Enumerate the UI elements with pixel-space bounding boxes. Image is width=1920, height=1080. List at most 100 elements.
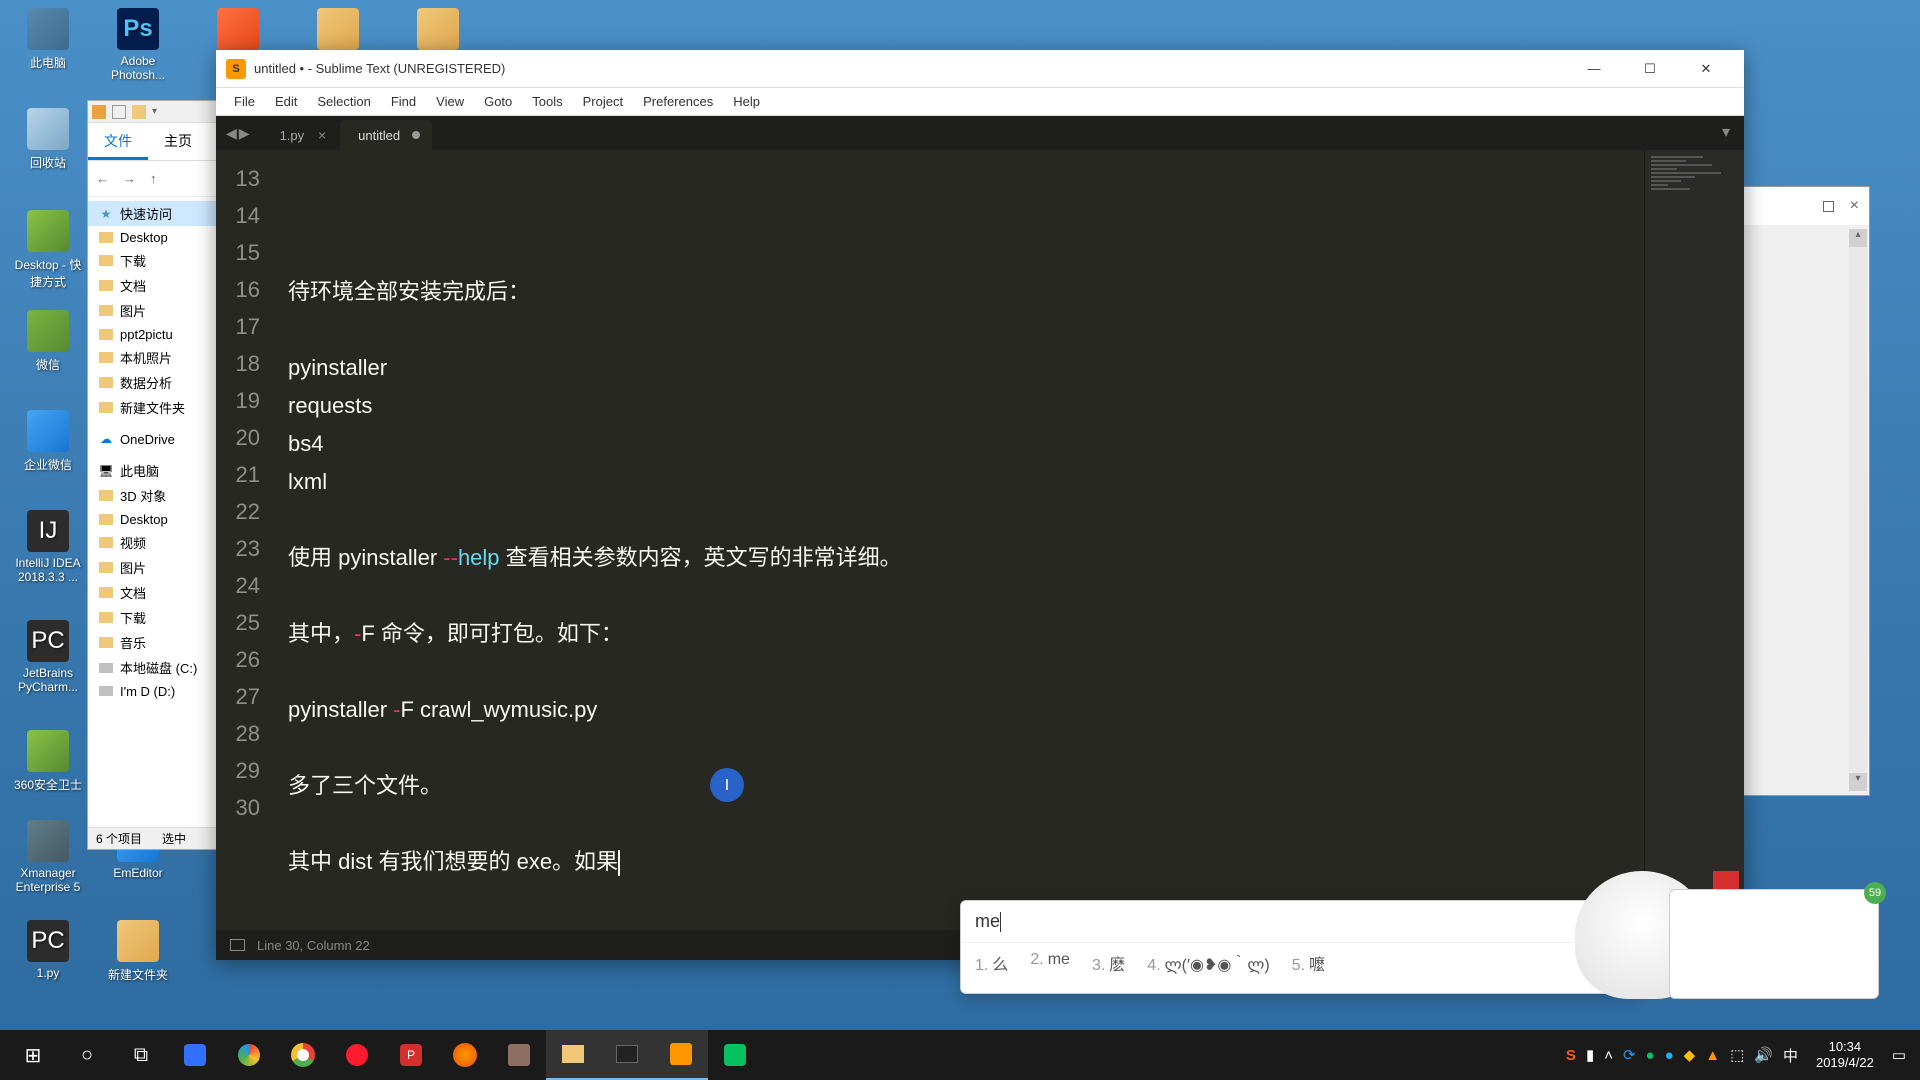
ime-candidate[interactable]: 4.ლ(′◉❥◉｀ლ) [1147, 951, 1269, 975]
tree-item[interactable]: ☁OneDrive [88, 428, 216, 450]
tree-item[interactable]: 文档 [88, 580, 216, 605]
tray-sync-icon[interactable]: ⟳ [1623, 1046, 1636, 1064]
taskbar-app-opera[interactable] [330, 1030, 384, 1080]
tab-next-icon[interactable]: ▶ [239, 125, 250, 142]
tree-item[interactable]: 音乐 [88, 630, 216, 655]
scroll-up-icon[interactable]: ▴ [1849, 229, 1867, 247]
tray-battery-icon[interactable]: ▮ [1586, 1046, 1594, 1064]
desktop-icon[interactable]: 此电脑 [10, 8, 86, 71]
minimize-button[interactable]: — [1566, 50, 1622, 88]
tree-item[interactable]: 🖥此电脑 [88, 458, 216, 483]
tree-item[interactable]: 文档 [88, 273, 216, 298]
menu-item[interactable]: Project [573, 94, 633, 109]
notification-center-icon[interactable]: ▭ [1892, 1046, 1906, 1064]
sublime-titlebar[interactable]: S untitled • - Sublime Text (UNREGISTERE… [216, 50, 1744, 88]
maximize-button[interactable]: ☐ [1622, 50, 1678, 88]
desktop-icon[interactable] [300, 8, 376, 54]
ime-candidate[interactable]: 2.me [1030, 951, 1070, 975]
close-button[interactable]: ✕ [1678, 50, 1734, 88]
desktop-icon[interactable]: PCJetBrains PyCharm... [10, 620, 86, 694]
cortana-button[interactable]: ○ [60, 1030, 114, 1080]
scroll-down-icon[interactable]: ▾ [1849, 773, 1867, 791]
tab-file[interactable]: 文件 [88, 123, 148, 160]
tray-qq-icon[interactable]: ● [1665, 1047, 1674, 1064]
desktop-icon[interactable]: Desktop - 快捷方式 [10, 210, 86, 290]
tray-network-icon[interactable]: ⬚ [1730, 1046, 1744, 1064]
tree-item[interactable]: 图片 [88, 555, 216, 580]
dropdown-icon[interactable]: ▾ [152, 106, 157, 117]
desktop-icon[interactable]: 企业微信 [10, 410, 86, 473]
menu-item[interactable]: Goto [474, 94, 522, 109]
panel-icon[interactable] [230, 939, 245, 951]
tray-app-icon[interactable]: ▲ [1705, 1047, 1720, 1064]
taskbar-app-wps[interactable]: P [384, 1030, 438, 1080]
editor-tab[interactable]: untitled [340, 120, 432, 150]
taskbar-app-browser[interactable] [222, 1030, 276, 1080]
tab-prev-icon[interactable]: ◀ [226, 125, 237, 142]
checkbox-icon[interactable] [112, 105, 126, 119]
desktop-icon[interactable]: PC1.py [10, 920, 86, 980]
desktop-icon[interactable]: 360安全卫士 [10, 730, 86, 793]
taskbar-app-explorer[interactable] [546, 1030, 600, 1080]
tree-item[interactable]: 本地磁盘 (C:) [88, 655, 216, 680]
nav-back-icon[interactable]: ← [96, 171, 109, 186]
tray-ime-icon[interactable]: 中 [1783, 1045, 1798, 1066]
taskbar-app-feishu[interactable] [168, 1030, 222, 1080]
tray-wechat-icon[interactable]: ● [1646, 1047, 1655, 1064]
close-icon[interactable]: × [1850, 197, 1859, 215]
nav-up-icon[interactable]: ↑ [150, 171, 157, 186]
taskbar-app-notes[interactable] [492, 1030, 546, 1080]
taskbar-app-chrome[interactable] [276, 1030, 330, 1080]
ime-candidate[interactable]: 3.麽 [1092, 951, 1125, 975]
desktop-icon[interactable]: PsAdobe Photosh... [100, 8, 176, 82]
menu-item[interactable]: Preferences [633, 94, 723, 109]
taskbar-clock[interactable]: 10:34 2019/4/22 [1808, 1039, 1882, 1071]
code-editor[interactable]: 待环境全部安装完成后： pyinstaller requests bs4 lxm… [274, 150, 1644, 930]
desktop-icon[interactable]: Xmanager Enterprise 5 [10, 820, 86, 894]
desktop-icon[interactable]: 回收站 [10, 108, 86, 171]
tree-item[interactable]: 下载 [88, 248, 216, 273]
tree-item[interactable]: Desktop [88, 508, 216, 530]
tree-item[interactable]: 3D 对象 [88, 483, 216, 508]
tray-sogou-icon[interactable]: S [1566, 1047, 1576, 1064]
nav-forward-icon[interactable]: → [123, 171, 136, 186]
menu-item[interactable]: Edit [265, 94, 307, 109]
menu-item[interactable]: File [224, 94, 265, 109]
desktop-icon[interactable]: 微信 [10, 310, 86, 373]
tray-volume-icon[interactable]: 🔊 [1754, 1046, 1773, 1064]
tree-item[interactable]: ppt2pictu [88, 323, 216, 345]
tree-item[interactable]: Desktop [88, 226, 216, 248]
start-button[interactable]: ⊞ [6, 1030, 60, 1080]
desktop-icon[interactable]: IJIntelliJ IDEA 2018.3.3 ... [10, 510, 86, 584]
menu-item[interactable]: Selection [307, 94, 380, 109]
taskbar-app-wechat[interactable] [708, 1030, 762, 1080]
desktop-icon[interactable]: 新建文件夹 [100, 920, 176, 983]
menu-item[interactable]: Find [381, 94, 426, 109]
tree-item[interactable]: 下载 [88, 605, 216, 630]
desktop-icon[interactable] [400, 8, 476, 54]
tab-close-icon[interactable]: × [318, 127, 326, 143]
tab-dropdown-icon[interactable]: ▾ [1722, 122, 1730, 142]
editor-tab[interactable]: 1.py× [262, 120, 337, 150]
ime-candidate[interactable]: 5.嚒 [1292, 951, 1325, 975]
tree-item[interactable]: 本机照片 [88, 345, 216, 370]
tree-item[interactable]: I'm D (D:) [88, 680, 216, 702]
menu-item[interactable]: View [426, 94, 474, 109]
tree-item[interactable]: 视频 [88, 530, 216, 555]
tree-item[interactable]: 数据分析 [88, 370, 216, 395]
menu-item[interactable]: Help [723, 94, 770, 109]
tree-item[interactable]: 图片 [88, 298, 216, 323]
ime-candidate[interactable]: 1.么 [975, 951, 1008, 975]
tree-item[interactable]: ★快速访问 [88, 201, 216, 226]
tree-item[interactable]: 新建文件夹 [88, 395, 216, 420]
taskbar-app-terminal[interactable] [600, 1030, 654, 1080]
menu-item[interactable]: Tools [522, 94, 572, 109]
tray-360-icon[interactable]: ◆ [1684, 1046, 1696, 1064]
maximize-icon[interactable] [1823, 201, 1834, 212]
taskbar-app-ubuntu[interactable] [438, 1030, 492, 1080]
scrollbar[interactable]: ▴ ▾ [1849, 229, 1867, 791]
taskbar-app-sublime[interactable] [654, 1030, 708, 1080]
task-view-button[interactable]: ⧉ [114, 1030, 168, 1080]
tab-home[interactable]: 主页 [148, 123, 208, 160]
ime-assistant-panel[interactable]: 59 [1669, 889, 1879, 999]
